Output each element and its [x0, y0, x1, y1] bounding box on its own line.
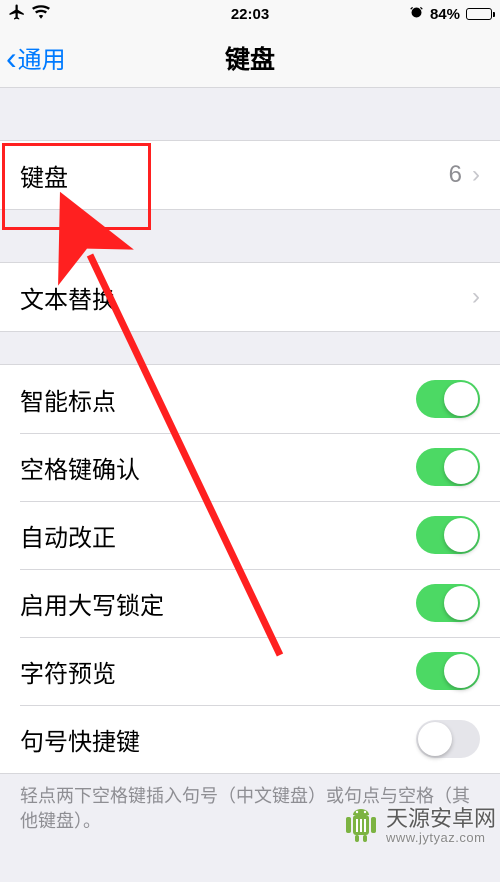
row-char-preview[interactable]: 字符预览 [0, 637, 500, 705]
row-label: 句号快捷键 [20, 722, 140, 757]
chevron-left-icon: ‹ [6, 42, 17, 74]
wifi-icon [32, 5, 50, 23]
switch-auto-correct[interactable] [416, 516, 480, 554]
switch-caps-lock[interactable] [416, 584, 480, 622]
row-keyboards[interactable]: 键盘 6 › [0, 141, 500, 209]
row-label: 字符预览 [20, 654, 116, 689]
row-label: 自动改正 [20, 518, 116, 553]
nav-bar: ‹ 通用 键盘 [0, 28, 500, 88]
row-period-shortcut[interactable]: 句号快捷键 [0, 705, 500, 773]
row-label: 启用大写锁定 [20, 586, 164, 621]
battery-pct: 84% [430, 6, 460, 23]
alarm-icon [409, 5, 424, 24]
switch-char-preview[interactable] [416, 652, 480, 690]
back-button[interactable]: ‹ 通用 [0, 40, 66, 75]
row-label: 智能标点 [20, 382, 116, 417]
switch-smart-punct[interactable] [416, 380, 480, 418]
chevron-right-icon: › [472, 283, 480, 311]
row-space-confirm[interactable]: 空格键确认 [0, 433, 500, 501]
row-smart-punct[interactable]: 智能标点 [0, 365, 500, 433]
airplane-icon [8, 3, 26, 25]
back-label: 通用 [18, 40, 66, 75]
page-title: 键盘 [225, 40, 275, 76]
row-auto-correct[interactable]: 自动改正 [0, 501, 500, 569]
chevron-right-icon: › [472, 161, 480, 189]
footer-note: 轻点两下空格键插入句号（中文键盘）或句点与空格（其他键盘）。 [0, 774, 500, 834]
row-label: 文本替换 [20, 280, 116, 315]
switch-period-shortcut[interactable] [416, 720, 480, 758]
row-label: 空格键确认 [20, 450, 140, 485]
row-label: 键盘 [20, 158, 68, 193]
row-value: 6 [449, 161, 462, 189]
battery-icon [466, 8, 492, 20]
status-bar: 22:03 84% [0, 0, 500, 28]
status-right: 84% [409, 5, 492, 24]
status-time: 22:03 [231, 6, 269, 23]
row-text-replace[interactable]: 文本替换 › [0, 263, 500, 331]
status-left [8, 3, 50, 25]
switch-space-confirm[interactable] [416, 448, 480, 486]
row-caps-lock[interactable]: 启用大写锁定 [0, 569, 500, 637]
